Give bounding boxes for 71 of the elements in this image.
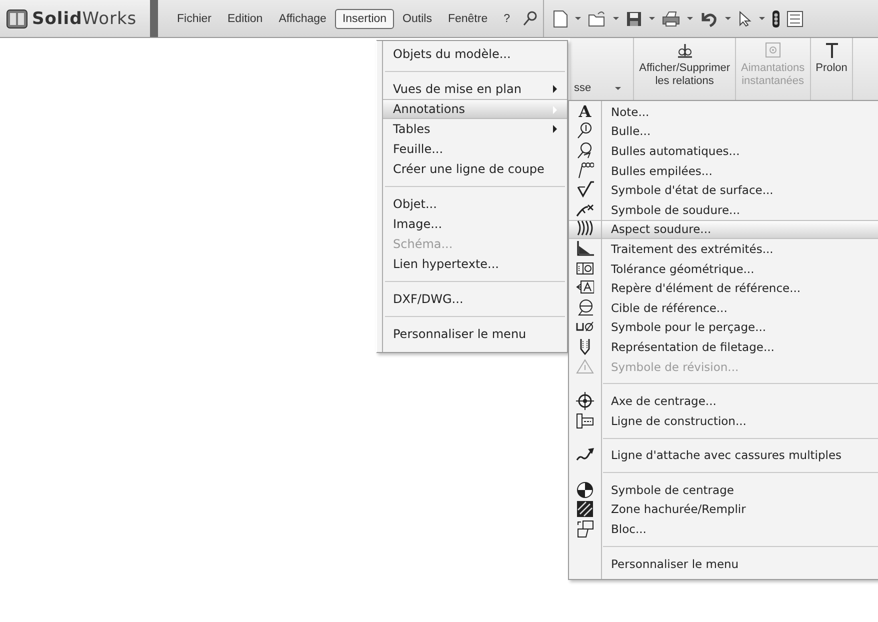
balloon-icon: [576, 122, 594, 140]
menu-item[interactable]: Note...: [601, 104, 650, 119]
menu-item[interactable]: Symbole d'état de surface...: [601, 183, 774, 198]
caret-icon[interactable]: [613, 17, 619, 20]
menu-item[interactable]: Bulles empilées...: [601, 164, 712, 178]
centerline-icon: [576, 392, 594, 410]
list-options-icon[interactable]: [787, 10, 803, 26]
relations-icon[interactable]: [676, 42, 694, 59]
menu-item[interactable]: Objet...: [383, 194, 567, 214]
menu-item[interactable]: Tables: [383, 119, 567, 139]
app-logo-text: SolidWorks: [32, 8, 137, 28]
menu-item[interactable]: Personnaliser le menu: [383, 324, 567, 344]
datum-target-icon: [576, 298, 594, 317]
auto-balloon-icon: [576, 142, 594, 160]
ribbon-button[interactable]: Prolon: [816, 62, 848, 75]
block-icon: [576, 520, 594, 538]
menu-item[interactable]: Ligne d'attache avec cassures multiples: [601, 448, 842, 462]
menu-item[interactable]: Bloc...: [601, 522, 646, 536]
end-treatment-icon: [576, 240, 594, 258]
open-folder-icon[interactable]: [588, 10, 606, 28]
menu-item[interactable]: Objets du modèle...: [383, 44, 567, 64]
hatch-fill-icon: [576, 500, 594, 518]
menu-item[interactable]: Tolérance géométrique...: [601, 262, 754, 276]
menu-item[interactable]: Image...: [383, 214, 567, 234]
new-document-icon[interactable]: [552, 10, 568, 28]
menu-item[interactable]: Repère d'élément de référence...: [601, 281, 801, 296]
menu-item[interactable]: Axe de centrage...: [601, 394, 716, 408]
menu-item[interactable]: Feuille...: [383, 139, 567, 159]
menu-bar-item[interactable]: Outils: [396, 8, 439, 28]
menu-item[interactable]: Vues de mise en plan: [383, 79, 567, 99]
menu-item[interactable]: Créer une ligne de coupe: [383, 159, 567, 179]
menu-item[interactable]: Personnaliser le menu: [601, 556, 739, 571]
caret-icon[interactable]: [725, 17, 731, 20]
caret-icon[interactable]: [687, 17, 693, 20]
menu-item[interactable]: Lien hypertexte...: [383, 254, 567, 274]
caret-icon[interactable]: [615, 87, 622, 90]
menu-bar-item[interactable]: Insertion: [335, 8, 394, 28]
printer-icon[interactable]: [662, 10, 680, 26]
menu-bar-item[interactable]: Fenêtre: [440, 8, 495, 28]
caret-icon[interactable]: [759, 17, 765, 20]
ribbon-label[interactable]: sse: [574, 82, 592, 94]
menu-item[interactable]: Symbole de soudure...: [601, 202, 740, 217]
menu-bar-item[interactable]: ?: [496, 8, 517, 28]
menu-item[interactable]: Annotations: [383, 99, 567, 119]
menu-item[interactable]: Traitement des extrémités...: [601, 242, 774, 256]
ribbon-button[interactable]: Afficher/Supprimer les relations: [639, 62, 730, 88]
note-icon: A: [578, 104, 592, 120]
cursor-icon[interactable]: [738, 10, 752, 26]
menu-item[interactable]: Bulles automatiques...: [601, 144, 740, 158]
menu-bar-item[interactable]: Edition: [220, 8, 270, 28]
menu-bar-item[interactable]: Fichier: [170, 8, 219, 28]
logo-icon: [6, 8, 28, 28]
menu-item[interactable]: Symbole pour le perçage...: [601, 320, 766, 334]
menu-item[interactable]: Symbole de centrage: [601, 482, 734, 497]
menu-item[interactable]: Ligne de construction...: [601, 414, 746, 428]
menu-item[interactable]: DXF/DWG...: [383, 289, 567, 309]
caret-icon[interactable]: [649, 17, 655, 20]
traffic-light-icon[interactable]: [772, 10, 780, 28]
construction-line-icon: [576, 412, 594, 430]
save-icon[interactable]: [626, 10, 642, 26]
caret-icon[interactable]: [575, 17, 581, 20]
menu-item[interactable]: Représentation de filetage...: [601, 340, 774, 354]
menu-bar-item[interactable]: Affichage: [272, 8, 334, 28]
center-mark-icon: [576, 480, 594, 499]
menu-item[interactable]: Bulle...: [601, 124, 651, 138]
revision-triangle-icon: [576, 358, 594, 376]
menu-item[interactable]: Cible de référence...: [601, 300, 728, 315]
undo-icon[interactable]: [700, 10, 718, 26]
stacked-balloons-icon: [576, 162, 594, 180]
surface-finish-icon: [576, 181, 594, 200]
menu-item[interactable]: Zone hachurée/Remplir: [601, 502, 746, 516]
